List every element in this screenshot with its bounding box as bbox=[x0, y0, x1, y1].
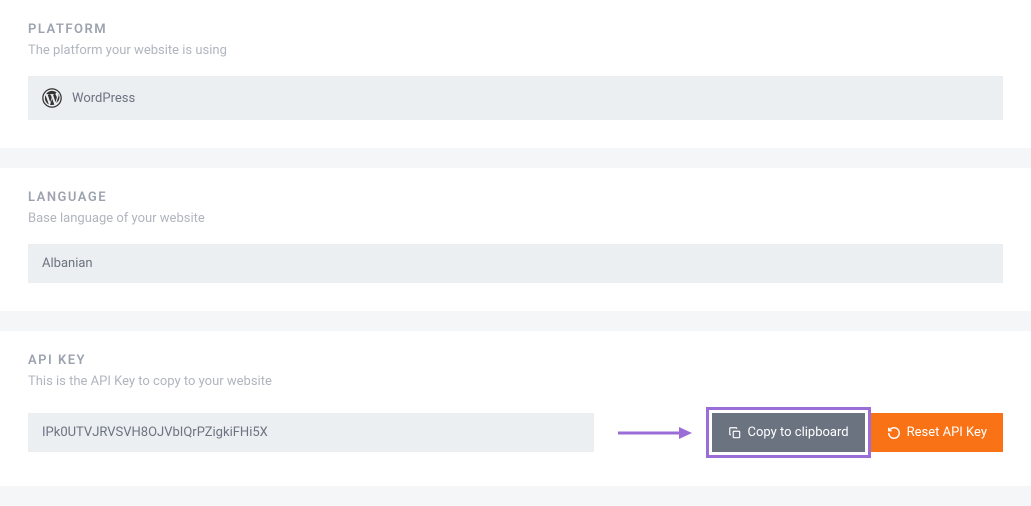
copy-to-clipboard-button[interactable]: Copy to clipboard bbox=[712, 413, 865, 452]
reset-icon bbox=[887, 426, 901, 440]
highlight-box: Copy to clipboard bbox=[706, 407, 871, 458]
language-value: Albanian bbox=[42, 256, 93, 271]
copy-icon bbox=[728, 426, 742, 440]
platform-description: The platform your website is using bbox=[28, 43, 1003, 58]
platform-value: WordPress bbox=[72, 91, 135, 106]
copy-button-label: Copy to clipboard bbox=[748, 425, 849, 440]
language-panel: LANGUAGE Base language of your website A… bbox=[0, 168, 1031, 311]
platform-panel: PLATFORM The platform your website is us… bbox=[0, 0, 1031, 148]
reset-button-label: Reset API Key bbox=[907, 425, 987, 440]
api-key-field[interactable] bbox=[28, 413, 594, 452]
api-key-panel: API KEY This is the API Key to copy to y… bbox=[0, 331, 1031, 486]
language-title: LANGUAGE bbox=[28, 190, 1003, 205]
annotation-arrow bbox=[594, 426, 706, 440]
reset-api-key-button[interactable]: Reset API Key bbox=[871, 413, 1003, 452]
api-key-description: This is the API Key to copy to your webs… bbox=[28, 374, 1003, 389]
language-field: Albanian bbox=[28, 244, 1003, 283]
wordpress-icon bbox=[42, 88, 62, 108]
platform-field: WordPress bbox=[28, 76, 1003, 120]
language-description: Base language of your website bbox=[28, 211, 1003, 226]
api-key-title: API KEY bbox=[28, 353, 1003, 368]
platform-title: PLATFORM bbox=[28, 22, 1003, 37]
